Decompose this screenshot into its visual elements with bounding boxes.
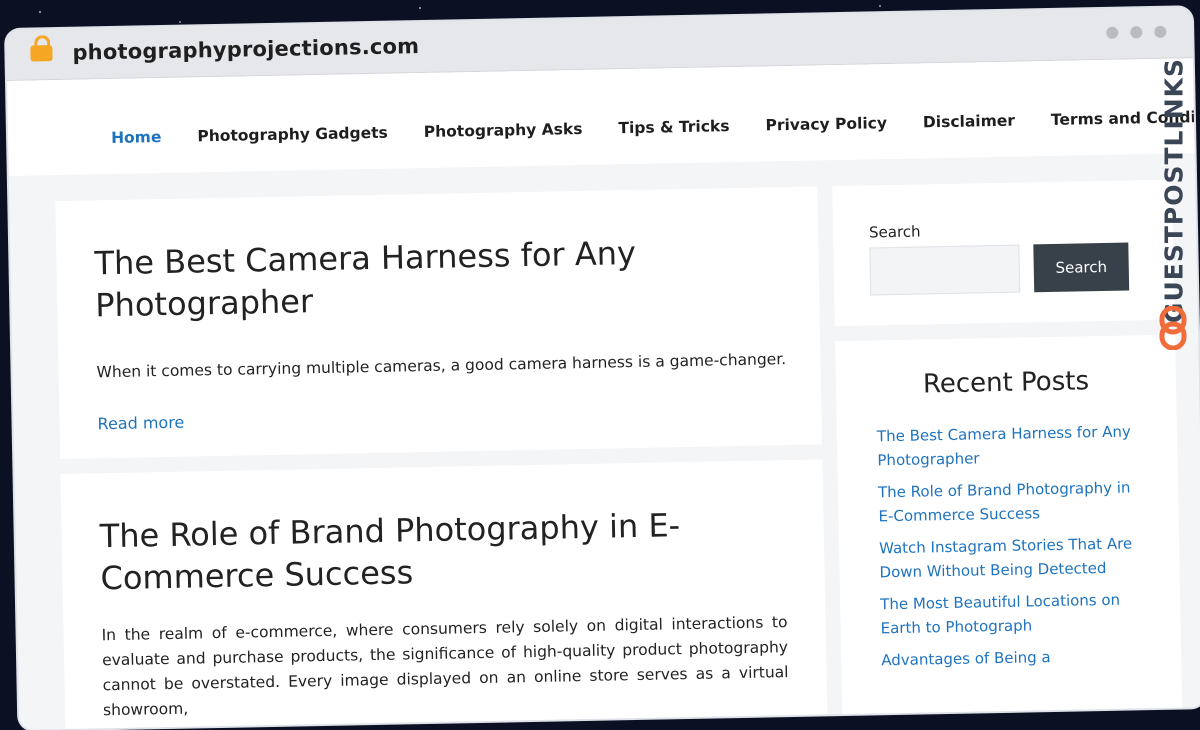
window-dot-icon[interactable] [1106, 26, 1119, 39]
window-dot-icon[interactable] [1130, 26, 1143, 39]
nav-item-privacy-policy[interactable]: Privacy Policy [747, 114, 905, 135]
post-card: The Role of Brand Photography in E-Comme… [60, 459, 828, 730]
search-label: Search [868, 222, 921, 242]
nav-item-photography-asks[interactable]: Photography Asks [406, 120, 601, 142]
nav-item-disclaimer[interactable]: Disclaimer [905, 111, 1033, 132]
post-body: In the realm of e-commerce, where consum… [101, 613, 789, 720]
browser-window: photographyprojections.com Home Photogra… [6, 7, 1200, 730]
nav-menu: Home Photography Gadgets Photography Ask… [93, 107, 1200, 147]
recent-post-link[interactable]: The Most Beautiful Locations on Earth to… [880, 587, 1141, 640]
chain-link-icon [1159, 306, 1187, 350]
watermark: GUESTPOSTLINKS [1156, 56, 1192, 356]
web-page: Home Photography Gadgets Photography Ask… [6, 58, 1200, 730]
recent-post-link[interactable]: The Best Camera Harness for Any Photogra… [877, 419, 1138, 472]
search-input[interactable] [869, 244, 1021, 296]
address-bar-url[interactable]: photographyprojections.com [72, 34, 419, 65]
recent-post-link[interactable]: The Role of Brand Photography in E-Comme… [878, 475, 1139, 528]
nav-item-photography-gadgets[interactable]: Photography Gadgets [179, 123, 406, 146]
watermark-text: GUESTPOSTLINKS [1159, 57, 1189, 324]
lock-icon [30, 45, 53, 62]
recent-post-link[interactable]: Watch Instagram Stories That Are Down Wi… [879, 531, 1140, 584]
post-title-link[interactable]: The Role of Brand Photography in E-Comme… [99, 504, 701, 600]
nav-item-tips-tricks[interactable]: Tips & Tricks [600, 117, 747, 138]
recent-posts-widget: Recent Posts The Best Camera Harness for… [835, 334, 1183, 730]
recent-posts-list: The Best Camera Harness for Any Photogra… [877, 419, 1142, 680]
read-more-link[interactable]: Read more [97, 413, 184, 434]
recent-post-link[interactable]: Advantages of Being a [881, 643, 1141, 672]
nav-item-home[interactable]: Home [93, 128, 180, 148]
post-title-link[interactable]: The Best Camera Harness for Any Photogra… [94, 232, 656, 327]
post-excerpt: When it comes to carrying multiple camer… [96, 350, 787, 382]
window-controls [1106, 25, 1167, 39]
post-card: The Best Camera Harness for Any Photogra… [55, 186, 823, 460]
search-widget: Search Search [832, 179, 1175, 327]
search-button[interactable]: Search [1033, 242, 1130, 293]
recent-posts-title: Recent Posts [922, 366, 1090, 400]
window-dot-icon[interactable] [1154, 25, 1167, 38]
